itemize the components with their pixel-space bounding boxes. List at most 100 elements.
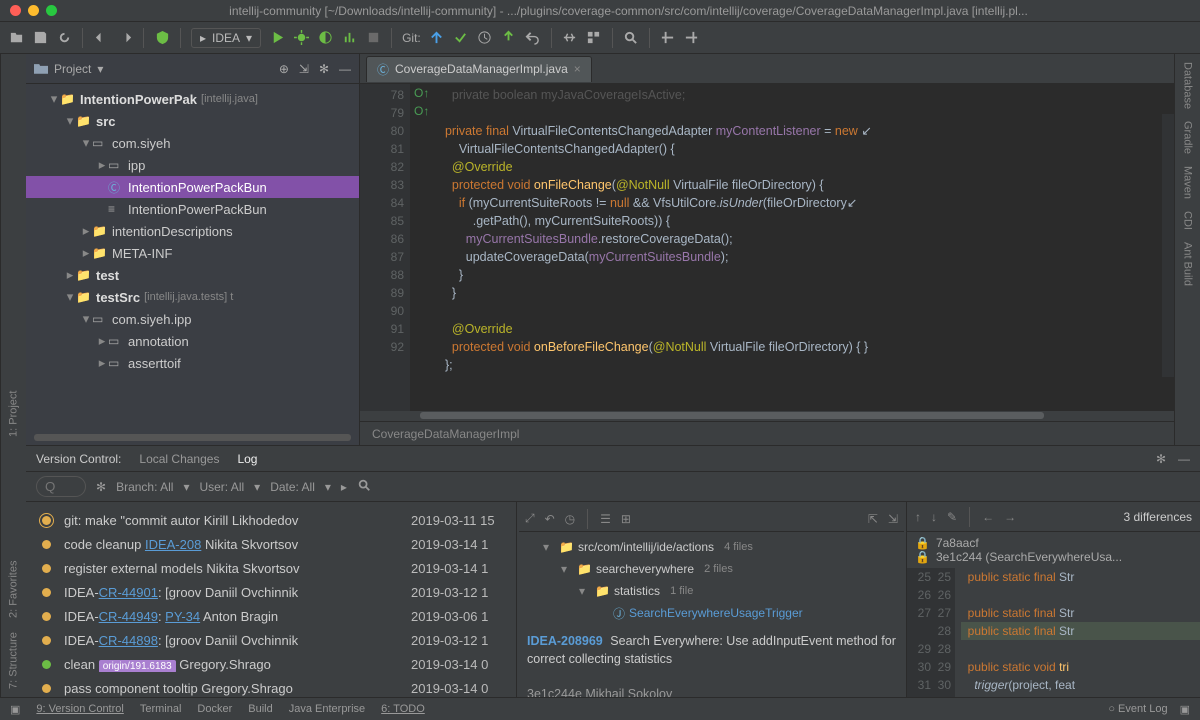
collapse-icon[interactable]: ⇲ [299,62,309,76]
tree-node[interactable]: ▾▭com.siyeh [26,132,359,154]
undo-icon[interactable] [93,30,109,46]
profile-icon[interactable] [341,30,357,46]
gear-icon[interactable]: ✻ [319,62,329,76]
close-window-button[interactable] [10,5,21,16]
vcs-push-icon[interactable] [501,30,517,46]
vcs-commit-icon[interactable] [453,30,469,46]
open-icon[interactable] [8,30,24,46]
close-tab-icon[interactable]: × [574,62,581,76]
tree-node[interactable]: ▸📁META-INF [26,242,359,264]
sb-event-log[interactable]: ○ Event Log [1108,703,1167,715]
tab-ant[interactable]: Ant Build [1182,242,1194,286]
maximize-window-button[interactable] [46,5,57,16]
expand-all-icon[interactable]: ⇱ [868,512,878,526]
back-icon[interactable] [660,30,676,46]
build-icon[interactable] [154,30,170,46]
tree-node[interactable]: ▸📁intentionDescriptions [26,220,359,242]
changed-file-node[interactable]: ▾📁src/com/intellij/ide/actions 4 files [519,536,904,558]
hide-icon[interactable]: — [339,62,351,76]
stop-icon[interactable] [365,30,381,46]
find-icon[interactable] [357,478,371,495]
branch-filter[interactable]: Branch: All [116,480,173,494]
collapse-all-icon[interactable]: ⇲ [888,512,898,526]
date-filter[interactable]: Date: All [270,480,315,494]
user-filter[interactable]: User: All [199,480,244,494]
settings-icon[interactable] [562,30,578,46]
sb-terminal[interactable]: Terminal [140,703,182,715]
sb-window-icon[interactable]: ▣ [10,703,20,716]
tree-node[interactable]: ▸▭ipp [26,154,359,176]
tab-gradle[interactable]: Gradle [1182,121,1194,154]
next-diff-icon[interactable]: ↓ [931,510,937,524]
changed-file-node[interactable]: ▾📁searcheverywhere 2 files [519,558,904,580]
more-filter-icon[interactable]: ▸ [341,480,347,494]
vcs-tab-log[interactable]: Log [237,452,257,466]
tree-h-scrollbar[interactable] [34,434,351,441]
tree-node[interactable]: ▸▭asserttoif [26,352,359,374]
project-view-selector[interactable]: Project ▾ [34,62,103,76]
vcs-update-icon[interactable] [429,30,445,46]
vcs-tab-local[interactable]: Local Changes [139,452,219,466]
changed-file-node[interactable]: ▾📁statistics 1 file [519,580,904,602]
expand-icon[interactable]: ⤢ [525,511,535,526]
commit-row[interactable]: IDEA-CR-44949: PY-34 Anton Bragin2019-03… [36,604,516,628]
revert-icon[interactable]: ↶ [545,512,555,526]
tab-maven[interactable]: Maven [1182,166,1194,199]
commit-row[interactable]: clean origin/191.6183 Gregory.Shrago2019… [36,652,516,676]
commit-list[interactable]: git: make "commit autor Kirill Likhodedo… [26,502,516,697]
refresh-icon[interactable] [56,30,72,46]
filter-gear-icon[interactable]: ✻ [96,480,106,494]
flatten-icon[interactable]: ⊞ [621,512,631,526]
diff-code-area[interactable]: public static final Str public static fi… [955,568,1200,697]
commit-row[interactable]: IDEA-CR-44901: [groov Daniil Ovchinnik20… [36,580,516,604]
editor-h-scrollbar[interactable] [360,411,1174,421]
save-icon[interactable] [32,30,48,46]
run-config-selector[interactable]: ▸ IDEA ▾ [191,28,261,48]
tab-favorites[interactable]: 2: Favorites [8,561,20,618]
vcs-history-icon[interactable] [477,30,493,46]
group-icon[interactable]: ☰ [600,512,611,526]
tree-node[interactable]: ⒸIntentionPowerPackBun [26,176,359,198]
breadcrumb[interactable]: CoverageDataManagerImpl [360,421,1174,445]
code-area[interactable]: private boolean myJavaCoverageIsActive; … [410,84,1174,411]
commit-row[interactable]: git: make "commit autor Kirill Likhodedo… [36,508,516,532]
tree-node[interactable]: ▸▭annotation [26,330,359,352]
locate-icon[interactable]: ⊕ [279,62,289,76]
sb-todo[interactable]: 6: TODO [381,703,425,715]
gear-icon[interactable]: ✻ [1156,452,1166,466]
sb-build[interactable]: Build [248,703,272,715]
search-icon[interactable] [623,30,639,46]
hide-panel-icon[interactable]: — [1178,452,1190,466]
nav-right-icon[interactable]: → [1004,510,1016,524]
minimize-window-button[interactable] [28,5,39,16]
tree-node[interactable]: ▾📁IntentionPowerPak[intellij.java] [26,88,359,110]
tab-structure[interactable]: 7: Structure [8,632,20,689]
commit-row[interactable]: IDEA-CR-44898: [groov Daniil Ovchinnik20… [36,628,516,652]
sb-docker[interactable]: Docker [197,703,232,715]
tree-node[interactable]: ▾📁testSrc[intellij.java.tests] t [26,286,359,308]
tree-node[interactable]: ▾📁src [26,110,359,132]
debug-icon[interactable] [293,30,309,46]
commit-row[interactable]: register external models Nikita Skvortso… [36,556,516,580]
editor-marker-bar[interactable] [1162,114,1174,377]
vcs-revert-icon[interactable] [525,30,541,46]
tree-node[interactable]: ▸📁test [26,264,359,286]
tab-database[interactable]: Database [1182,62,1194,109]
nav-left-icon[interactable]: ← [982,510,994,524]
prev-diff-icon[interactable]: ↑ [915,510,921,524]
commit-row[interactable]: code cleanup IDEA-208 Nikita Skvortsov20… [36,532,516,556]
forward-icon[interactable] [684,30,700,46]
tree-node[interactable]: ▾▭com.siyeh.ipp [26,308,359,330]
tree-node[interactable]: ≡IntentionPowerPackBun [26,198,359,220]
run-icon[interactable] [269,30,285,46]
sb-java-enterprise[interactable]: Java Enterprise [289,703,365,715]
sb-lock-icon[interactable]: ▣ [1180,703,1190,716]
sb-version-control[interactable]: 9: Version Control [36,703,123,715]
coverage-icon[interactable] [317,30,333,46]
redo-icon[interactable] [117,30,133,46]
edit-icon[interactable]: ✎ [947,510,957,524]
tab-project[interactable]: 1: Project [8,391,20,437]
history-icon[interactable]: ◷ [565,512,575,526]
log-search-input[interactable] [36,476,86,497]
changed-file-node[interactable]: ⒿSearchEverywhereUsageTrigger [519,602,904,624]
